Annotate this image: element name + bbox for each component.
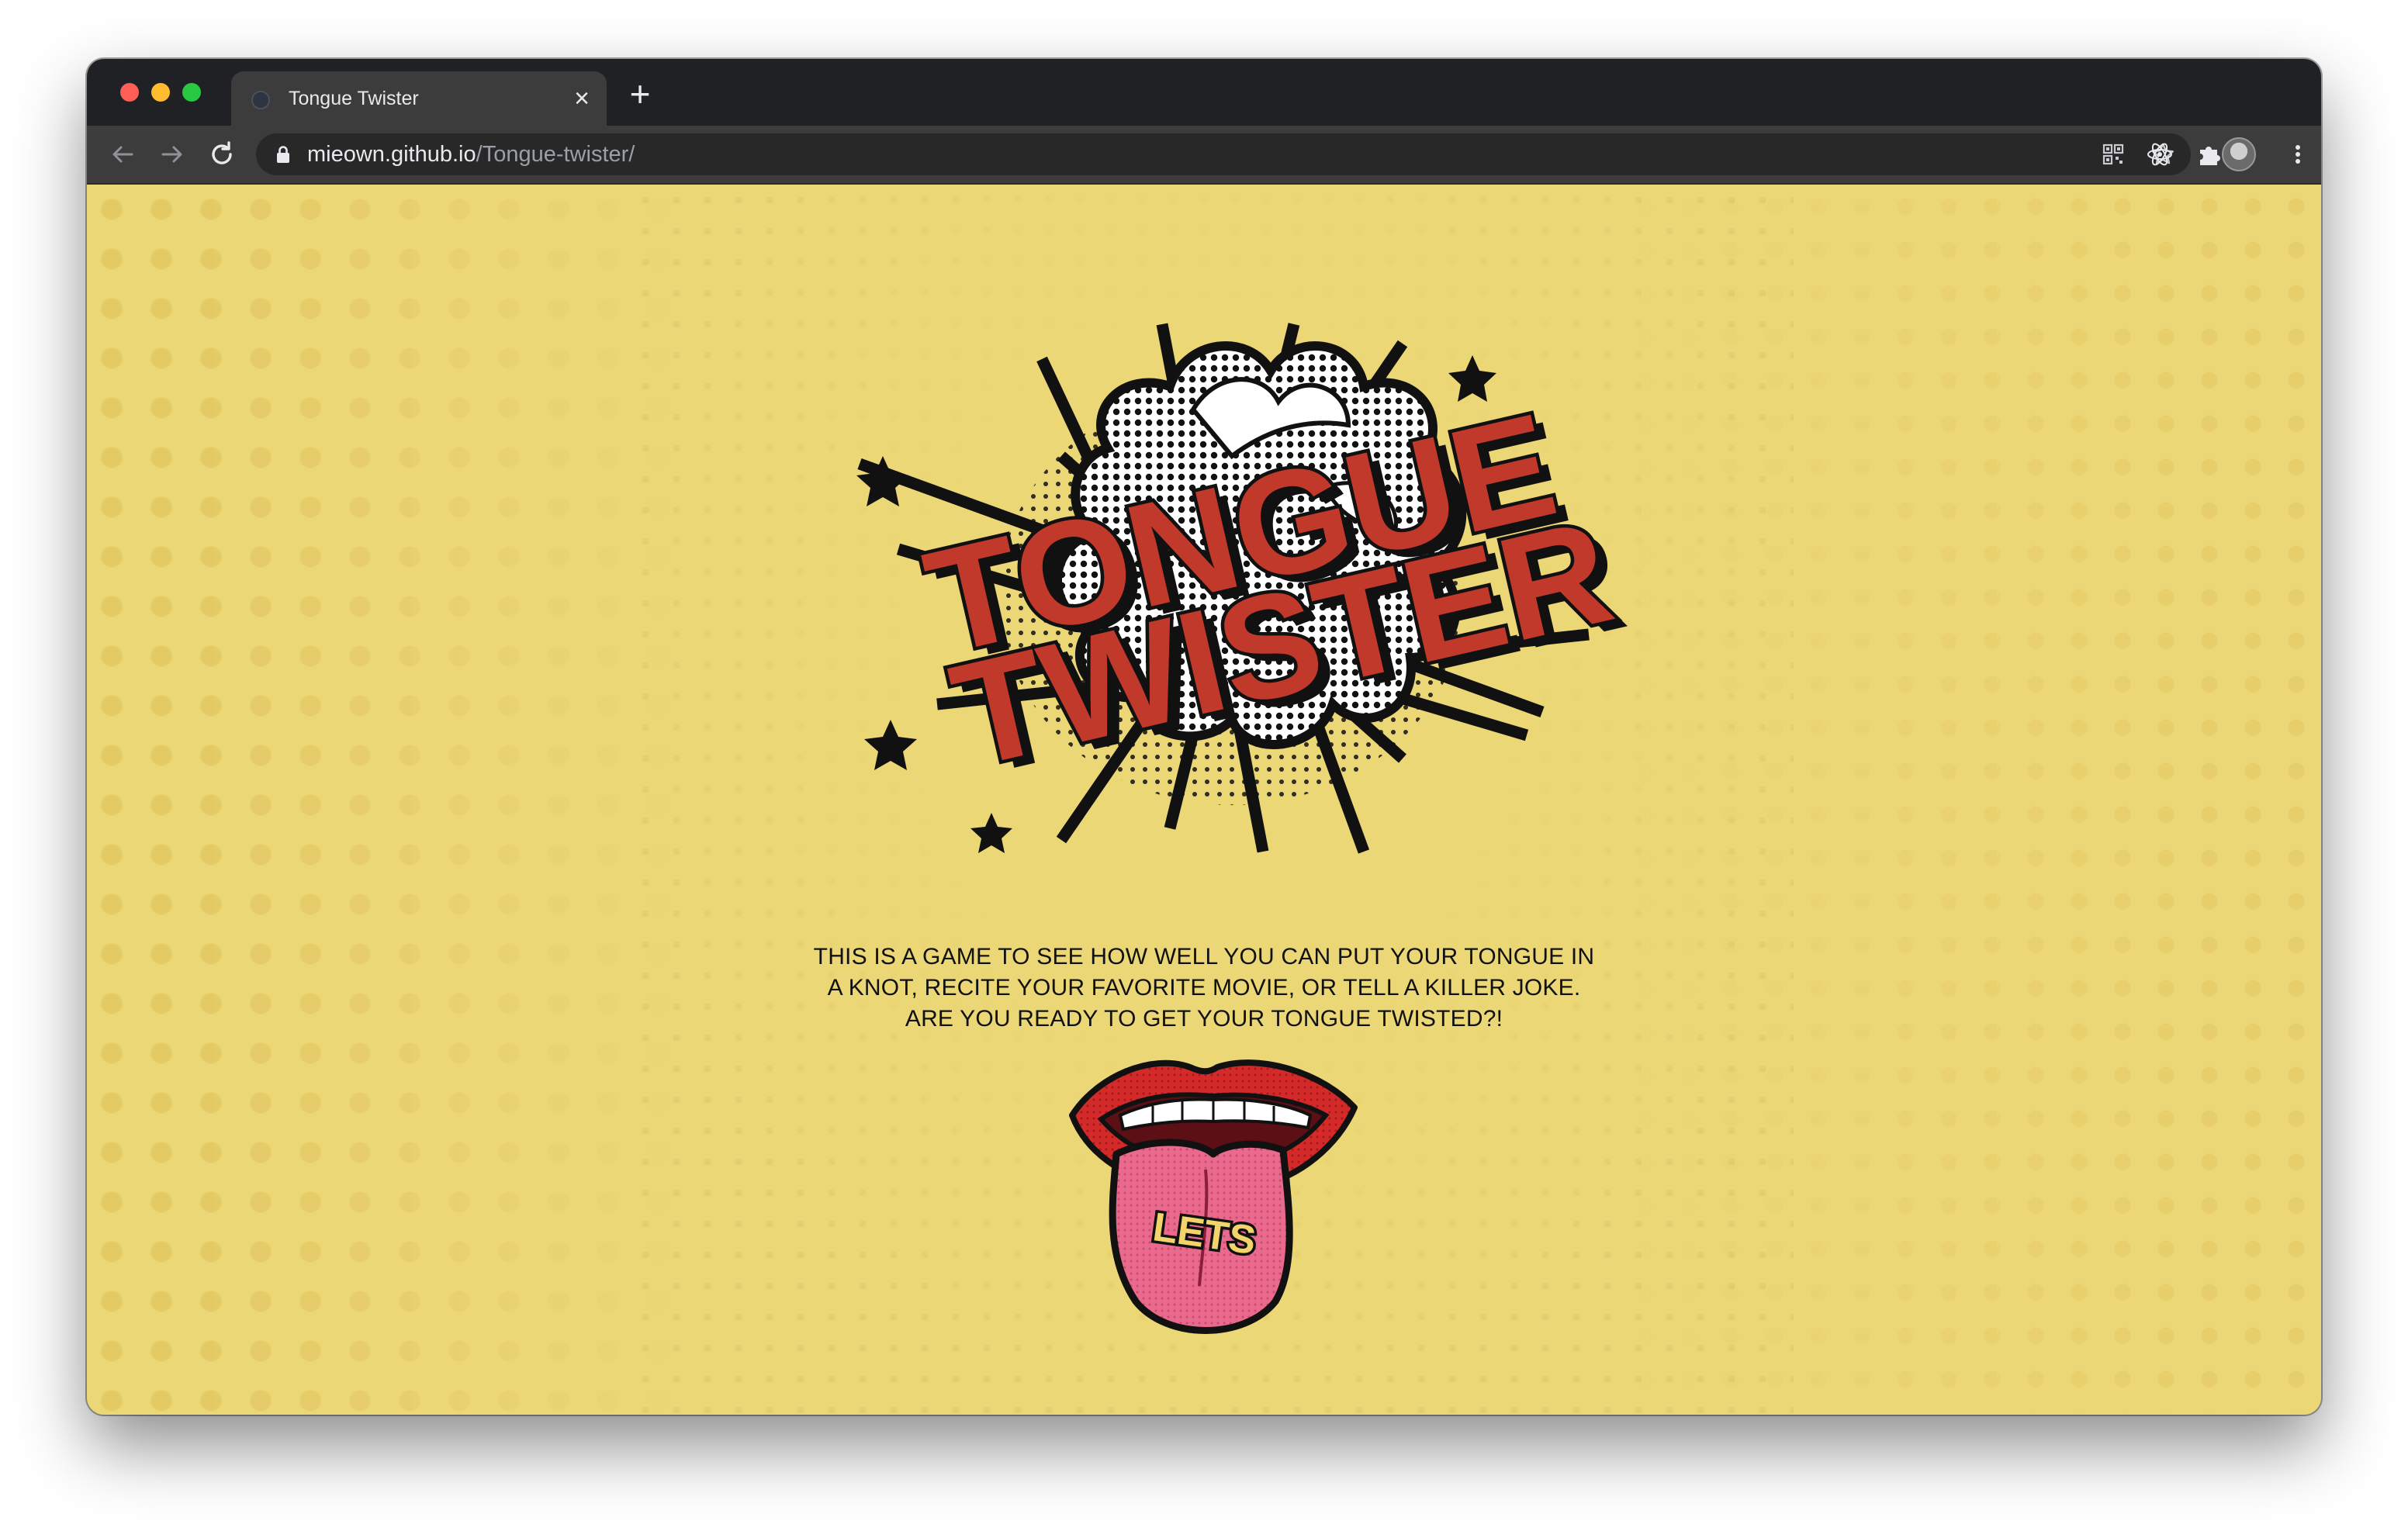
extensions-puzzle-icon[interactable] [2194, 139, 2225, 170]
kebab-menu-icon[interactable] [2282, 139, 2313, 170]
intro-text: THIS IS A GAME TO SEE HOW WELL YOU CAN P… [777, 942, 1631, 1035]
back-arrow-icon[interactable] [104, 136, 141, 173]
intro-line-1: THIS IS A GAME TO SEE HOW WELL YOU CAN P… [813, 944, 1595, 969]
tab-title: Tongue Twister [289, 88, 419, 109]
close-window-button[interactable] [120, 83, 139, 102]
forward-arrow-icon[interactable] [154, 136, 191, 173]
halftone-pattern-left [87, 185, 692, 1415]
lock-icon [277, 146, 289, 163]
new-tab-button[interactable]: + [621, 74, 659, 113]
tab-close-icon[interactable]: × [568, 85, 596, 112]
page-content: TONGUE TONGUE TWISTER TWISTER THIS IS A … [87, 185, 2321, 1415]
profile-avatar[interactable] [2222, 137, 2256, 171]
tab-favicon-icon [251, 91, 270, 109]
url-path: /Tongue-twister/ [476, 142, 635, 167]
intro-line-2: A KNOT, RECITE YOUR FAVORITE MOVIE, OR T… [827, 975, 1581, 1001]
tongue-twister-logo: TONGUE TONGUE TWISTER TWISTER [856, 323, 1638, 854]
url-domain: mieown.github.io [307, 142, 476, 167]
tab-strip: Tongue Twister × + [87, 59, 2321, 126]
lets-start-button[interactable]: LETS [1066, 1053, 1361, 1340]
reload-icon[interactable] [203, 136, 240, 173]
zoom-window-button[interactable] [182, 83, 201, 102]
browser-toolbar: mieown.github.io/Tongue-twister/ [87, 126, 2321, 185]
minimize-window-button[interactable] [151, 83, 170, 102]
tab-tongue-twister[interactable]: Tongue Twister × [231, 71, 607, 126]
intro-line-3: ARE YOU READY TO GET YOUR TONGUE TWISTED… [905, 1006, 1503, 1032]
address-bar[interactable]: mieown.github.io/Tongue-twister/ [256, 133, 2191, 175]
react-devtools-icon[interactable] [2144, 139, 2175, 170]
qr-code-icon[interactable] [2099, 140, 2127, 168]
browser-window: Tongue Twister × + mieown.github.io/Tong… [87, 59, 2321, 1415]
url-text: mieown.github.io/Tongue-twister/ [307, 142, 635, 168]
